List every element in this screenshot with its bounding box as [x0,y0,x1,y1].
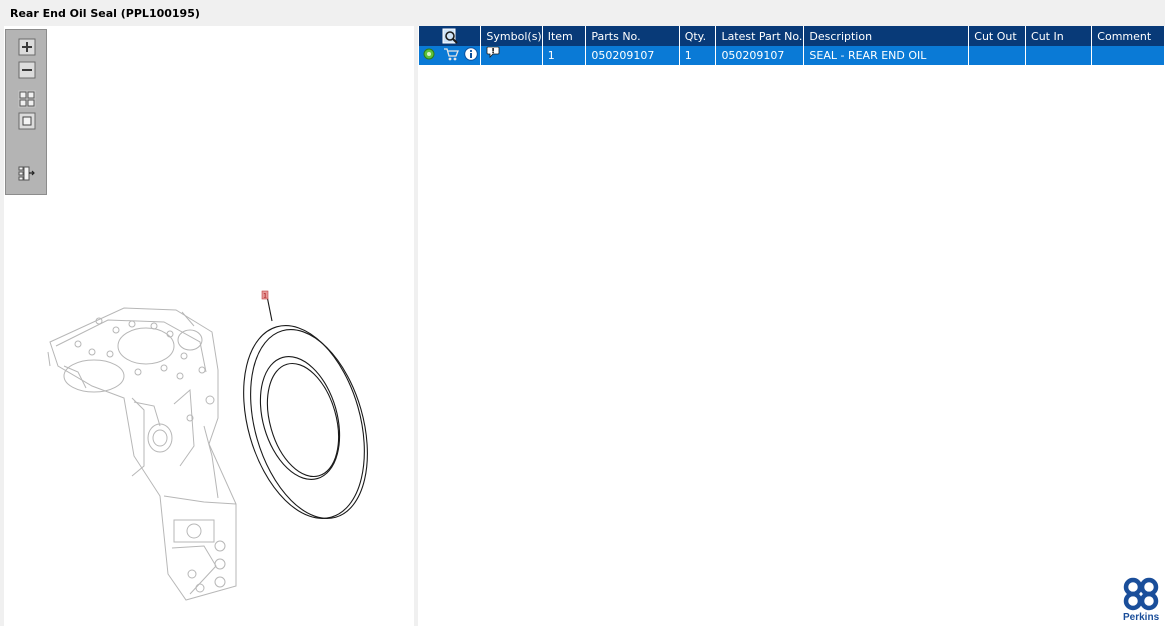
window-title: Rear End Oil Seal (PPL100195) [10,7,200,20]
zoom-out-button[interactable] [18,61,36,79]
row-qty-cell: 1 [679,46,717,65]
row-actions-cell [419,46,482,65]
column-header-item[interactable]: Item [542,26,587,46]
fit-window-button[interactable] [18,112,36,130]
zoom-toolbar [5,29,47,195]
shopping-cart-icon [443,48,459,61]
search-parts-icon [442,28,458,44]
parts-list-pane [418,26,1165,626]
row-description-cell: SEAL - REAR END OIL [803,46,970,65]
row-cut-out-cell [968,46,1027,65]
row-parts-no-cell: 050209107 [585,46,680,65]
column-header-actions[interactable] [419,26,482,46]
row-comment-cell [1091,46,1165,65]
row-symbols-cell [480,46,543,65]
info-icon [464,47,478,61]
logo-wordmark: Perkins [1123,612,1160,623]
column-header-symbols[interactable]: Symbol(s) [480,26,543,46]
row-item-cell: 1 [542,46,587,65]
fit-all-button[interactable] [18,90,36,108]
column-header-description[interactable]: Description [803,26,970,46]
add-to-cart-button[interactable] [443,47,459,64]
fit-all-icon [18,90,36,108]
parts-table: Symbol(s) Item Parts No. Qty. Latest Par… [419,26,1165,65]
export-list-button[interactable] [18,164,36,182]
highlight-part-button[interactable] [423,48,435,63]
exploded-view-drawing: 1 [47,290,368,601]
rear-end-oil-seal-drawing [243,295,368,519]
column-header-parts-no[interactable]: Parts No. [585,26,680,46]
zoom-out-icon [18,61,36,79]
column-header-cut-in[interactable]: Cut In [1025,26,1093,46]
perkins-logo: Perkins [1118,576,1164,626]
export-list-icon [18,166,35,181]
part-info-button[interactable] [464,47,478,64]
column-header-latest-part-no[interactable]: Latest Part No. [715,26,805,46]
zoom-in-icon [18,38,36,56]
column-header-cut-out[interactable]: Cut Out [968,26,1027,46]
table-header-row: Symbol(s) Item Parts No. Qty. Latest Par… [419,26,1165,46]
zoom-in-button[interactable] [18,38,36,56]
gear-icon [423,48,435,60]
engine-block-outline [47,307,237,601]
speech-bubble-icon [487,46,500,58]
fit-window-icon [18,112,36,130]
column-header-comment[interactable]: Comment [1091,26,1165,46]
title-bar: Rear End Oil Seal (PPL100195) [0,0,1165,26]
perkins-logo-mark [1123,577,1159,611]
row-latest-part-no-cell: 050209107 [715,46,805,65]
callout-label: 1 [263,293,267,300]
column-header-qty[interactable]: Qty. [679,26,717,46]
table-row[interactable]: 1 050209107 1 050209107 SEAL - REAR END … [419,46,1165,65]
row-cut-in-cell [1025,46,1093,65]
